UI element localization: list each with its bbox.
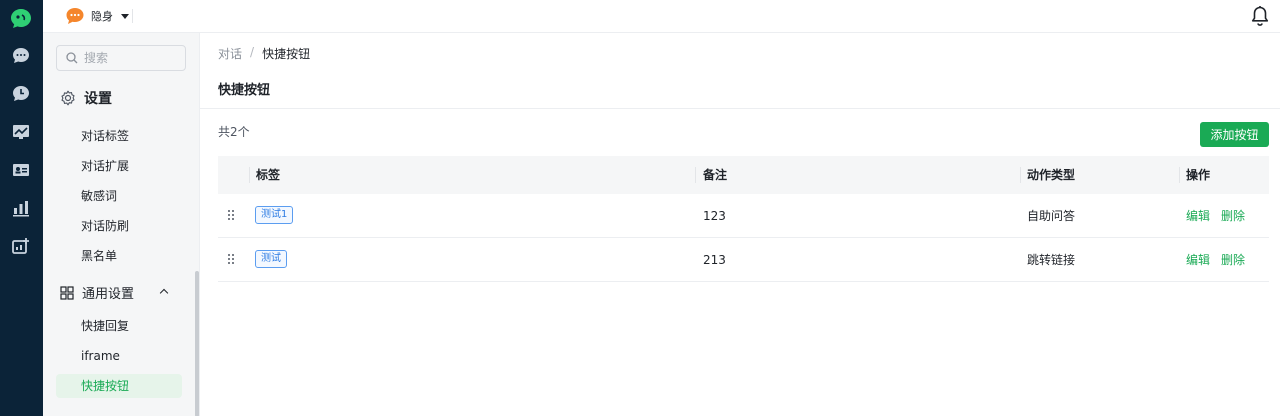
- column-separator: [1020, 167, 1021, 183]
- action-type-cell: 跳转链接: [1027, 253, 1076, 267]
- status-chat-icon: [65, 7, 85, 25]
- monitor-icon[interactable]: [10, 121, 32, 143]
- breadcrumb-parent-link[interactable]: 对话: [218, 45, 242, 62]
- divider: [132, 9, 133, 23]
- drag-handle-icon[interactable]: [227, 209, 235, 221]
- table-header: 标签 备注 动作类型 操作: [218, 156, 1269, 194]
- chat-icon[interactable]: [10, 45, 32, 67]
- caret-down-icon: [121, 13, 129, 19]
- column-header-action-type: 动作类型: [1027, 168, 1076, 182]
- action-type-cell: 自助问答: [1027, 209, 1076, 223]
- settings-group-label: 设置: [84, 91, 112, 107]
- breadcrumb-current: 快捷按钮: [262, 47, 311, 61]
- settings-sidebar: 设置 对话标签 对话扩展 敏感词 对话防刷 黑名单 通用设置 快捷回复 ifra…: [43, 33, 200, 416]
- bell-icon[interactable]: [1250, 5, 1270, 27]
- table-row: 测试 213 跳转链接 编辑 删除: [218, 238, 1269, 282]
- delete-link[interactable]: 删除: [1221, 194, 1245, 238]
- sidebar-scrollbar[interactable]: [195, 271, 199, 416]
- column-separator: [249, 167, 250, 183]
- general-settings-group-title[interactable]: 通用设置: [60, 283, 134, 302]
- main-content: 对话 / 快捷按钮 快捷按钮 共2个 添加按钮 标签 备注 动作类型 操作 测试…: [200, 33, 1280, 416]
- sidebar-item-quick-buttons[interactable]: 快捷按钮: [56, 374, 182, 398]
- tag-badge: 测试1: [255, 206, 294, 224]
- item-count: 共2个: [218, 125, 250, 139]
- sidebar-item-blacklist[interactable]: 黑名单: [56, 244, 182, 268]
- search-icon: [66, 52, 78, 64]
- quick-buttons-table: 标签 备注 动作类型 操作 测试1 123 自助问答 编辑 删除 测试 213 …: [218, 156, 1269, 282]
- sidebar-item-conversation-tags[interactable]: 对话标签: [56, 124, 182, 148]
- history-icon[interactable]: [10, 83, 32, 105]
- sidebar-item-iframe[interactable]: iframe: [56, 344, 182, 368]
- column-separator: [1179, 167, 1180, 183]
- sidebar-item-quick-reply[interactable]: 快捷回复: [56, 314, 182, 338]
- divider: [200, 108, 1280, 109]
- settings-group-title[interactable]: 设置: [60, 88, 112, 108]
- sidebar-item-anti-spam[interactable]: 对话防刷: [56, 214, 182, 238]
- breadcrumb: 对话 / 快捷按钮: [218, 45, 310, 62]
- remark-cell: 213: [703, 253, 726, 267]
- column-separator: [695, 167, 696, 183]
- contacts-icon[interactable]: [10, 159, 32, 181]
- general-settings-label: 通用设置: [82, 287, 135, 302]
- chevron-up-icon[interactable]: [159, 288, 169, 298]
- logo-icon[interactable]: [9, 7, 33, 31]
- edit-link[interactable]: 编辑: [1186, 194, 1210, 238]
- add-button[interactable]: 添加按钮: [1200, 122, 1269, 147]
- stats-icon[interactable]: [10, 197, 32, 219]
- search-input[interactable]: [84, 51, 174, 65]
- app-rail: [0, 0, 43, 416]
- top-bar: 隐身: [43, 0, 1280, 33]
- drag-handle-icon[interactable]: [227, 253, 235, 265]
- column-header-remark: 备注: [703, 168, 728, 182]
- column-header-operations: 操作: [1186, 168, 1211, 182]
- status-selector[interactable]: 隐身: [65, 5, 129, 27]
- table-row: 测试1 123 自助问答 编辑 删除: [218, 194, 1269, 238]
- delete-link[interactable]: 删除: [1221, 238, 1245, 282]
- status-label: 隐身: [91, 10, 113, 23]
- edit-link[interactable]: 编辑: [1186, 238, 1210, 282]
- sidebar-item-conversation-extension[interactable]: 对话扩展: [56, 154, 182, 178]
- search-box[interactable]: [56, 45, 186, 71]
- column-header-tag: 标签: [256, 168, 281, 182]
- breadcrumb-separator: /: [250, 45, 255, 59]
- grid-icon: [60, 285, 74, 300]
- remark-cell: 123: [703, 209, 726, 223]
- tools-icon[interactable]: [10, 235, 32, 257]
- sidebar-item-sensitive-words[interactable]: 敏感词: [56, 184, 182, 208]
- gear-icon: [61, 90, 75, 106]
- tag-badge: 测试: [255, 250, 287, 268]
- page-title: 快捷按钮: [218, 83, 271, 98]
